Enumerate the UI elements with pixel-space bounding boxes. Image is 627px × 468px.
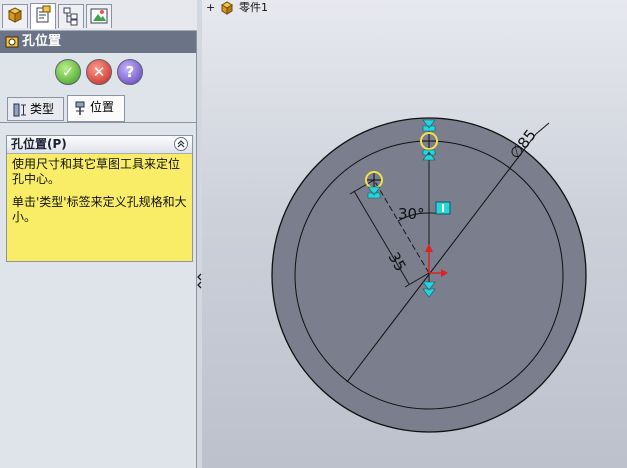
message-text-1: 使用尺寸和其它草图工具来定位孔中心。 [12, 157, 181, 186]
tab-configuration-manager[interactable] [58, 4, 84, 28]
hole-position-group: 孔位置(P) 使用尺寸和其它草图工具来定位孔中心。 单击'类型'标签来定义孔规格… [6, 135, 193, 262]
tab-property-manager[interactable] [30, 3, 56, 29]
action-buttons: ✓ ✕ ? [0, 53, 196, 91]
cancel-button[interactable]: ✕ [86, 59, 112, 85]
part-model: ∅85 30° 35 [271, 117, 587, 433]
feature-tree-icon [7, 7, 23, 23]
angle-dimension-text[interactable]: 30° [398, 205, 425, 223]
tab-feature-manager[interactable] [2, 4, 28, 28]
hole-wizard-icon [5, 36, 19, 48]
diameter-leader [535, 122, 550, 135]
tab-display-manager[interactable] [86, 4, 112, 28]
vertical-relation-glyph [442, 204, 444, 212]
graphics-area[interactable]: + 零件1 ∅85 30° 35 [202, 0, 627, 468]
hole-point-top-handle-down[interactable] [422, 149, 436, 161]
checkmark-icon: ✓ [61, 63, 75, 81]
group-header[interactable]: 孔位置(P) [7, 136, 192, 154]
property-sheet-icon [36, 5, 51, 23]
help-button[interactable]: ? [117, 59, 143, 85]
panel-tab-strip [0, 0, 197, 31]
subtab-divider [0, 122, 196, 123]
group-message: 使用尺寸和其它草图工具来定位孔中心。 单击'类型'标签来定义孔规格和大小。 [7, 154, 192, 261]
tab-type[interactable]: 类型 [7, 97, 64, 121]
position-icon [75, 101, 85, 115]
configuration-icon [63, 7, 78, 26]
group-header-label: 孔位置(P) [11, 137, 67, 151]
help-icon: ? [125, 63, 135, 81]
tab-position[interactable]: 位置 [67, 95, 125, 122]
collapse-button[interactable] [174, 137, 188, 151]
tab-type-label: 类型 [30, 102, 55, 116]
type-icon [13, 103, 26, 117]
message-text-2: 单击'类型'标签来定义孔规格和大小。 [12, 195, 187, 224]
ok-button[interactable]: ✓ [55, 59, 81, 85]
panel-title-bar: 孔位置 [0, 31, 196, 53]
tab-position-label: 位置 [90, 100, 115, 114]
display-manager-icon [90, 8, 108, 24]
double-chevron-up-icon [177, 140, 185, 148]
panel-title: 孔位置 [22, 34, 62, 49]
property-manager-panel: 孔位置 ✓ ✕ ? 类型 位置 孔位置(P) 使用尺寸和其它草图工具来定位孔中心… [0, 0, 197, 468]
close-icon: ✕ [92, 63, 106, 81]
feature-subtabs: 类型 位置 [0, 95, 196, 123]
